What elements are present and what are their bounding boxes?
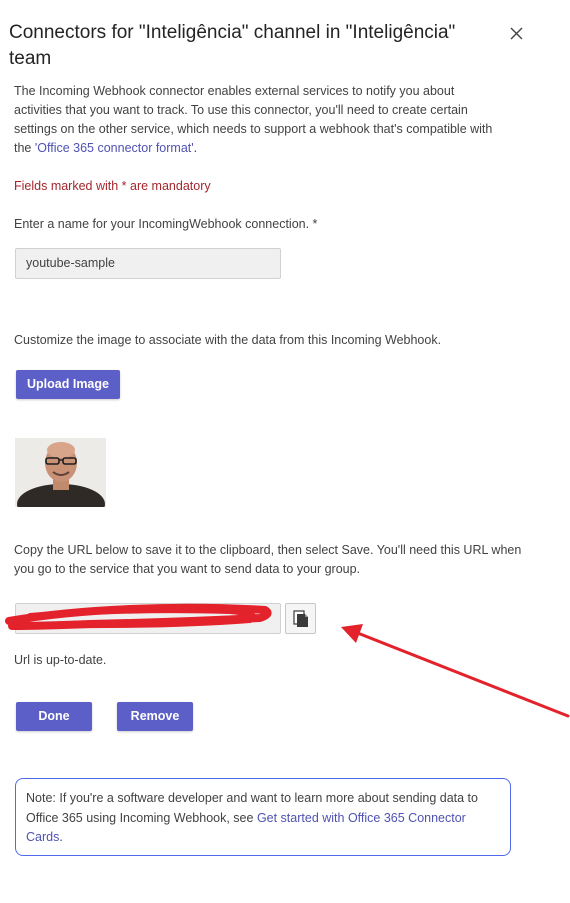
copy-icon	[293, 610, 308, 627]
url-instructions: Copy the URL below to save it to the cli…	[14, 543, 522, 576]
intro-text: The Incoming Webhook connector enables e…	[14, 82, 504, 158]
intro-suffix: .	[193, 141, 198, 155]
webhook-url-field[interactable]	[15, 603, 281, 634]
mandatory-note: Fields marked with * are mandatory	[14, 179, 211, 193]
webhook-avatar-image	[15, 438, 106, 507]
image-label: Customize the image to associate with th…	[14, 333, 442, 347]
name-field-label: Enter a name for your IncomingWebhook co…	[14, 217, 318, 231]
remove-button[interactable]: Remove	[117, 702, 193, 731]
copy-url-button[interactable]	[285, 603, 316, 634]
annotation-arrow-icon	[341, 624, 570, 718]
connector-format-link[interactable]: 'Office 365 connector format'	[35, 141, 194, 155]
developer-note: Note: If you're a software developer and…	[15, 778, 511, 856]
done-button[interactable]: Done	[16, 702, 92, 731]
upload-image-button[interactable]: Upload Image	[16, 370, 120, 399]
close-icon[interactable]	[507, 24, 527, 44]
name-input[interactable]: youtube-sample	[15, 248, 281, 279]
dialog-title: Connectors for "Inteligência" channel in…	[9, 22, 456, 69]
note-suffix: .	[59, 830, 63, 844]
url-status: Url is up-to-date.	[14, 653, 107, 667]
